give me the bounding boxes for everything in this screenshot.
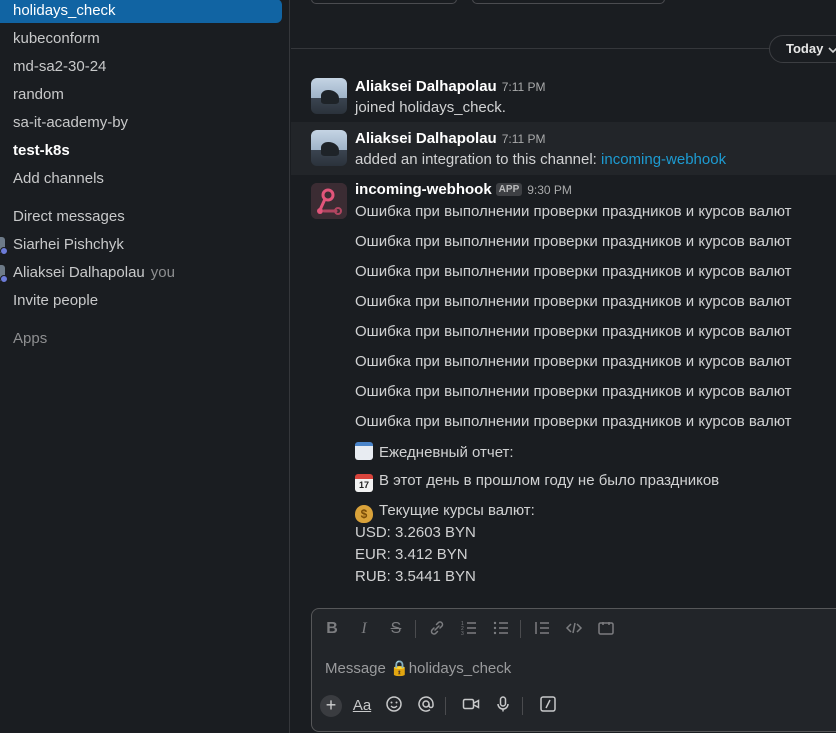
invite-people-label: Invite people	[13, 292, 99, 309]
date-divider-line	[291, 48, 836, 49]
presence-dot	[0, 247, 8, 255]
message-author[interactable]: Aliaksei Dalhapolau 7:11 PM	[355, 78, 546, 95]
emoji-icon[interactable]	[383, 695, 405, 717]
message-line: Ошибка при выполнении проверки празднико…	[355, 233, 792, 250]
money-bag-icon: $	[355, 505, 373, 523]
divider	[522, 697, 523, 715]
plus-icon[interactable]: +	[320, 695, 342, 717]
message-line: Ошибка при выполнении проверки празднико…	[355, 353, 792, 370]
microphone-icon[interactable]	[492, 695, 514, 717]
rate-line: RUB: 3.5441 BYN	[355, 568, 476, 585]
add-channels-label: Add channels	[13, 170, 104, 187]
divider	[520, 620, 521, 638]
link-icon[interactable]	[426, 619, 448, 639]
presence-dot	[0, 275, 8, 283]
message-input[interactable]: Message 🔒holidays_check	[325, 659, 511, 677]
webhook-icon	[311, 183, 347, 219]
message-line: Ошибка при выполнении проверки празднико…	[355, 293, 792, 310]
sidebar-item-label: md-sa2-30-24	[13, 58, 107, 75]
author-name[interactable]: Aliaksei Dalhapolau	[355, 130, 497, 147]
sidebar-item-dm-aliaksei[interactable]: Aliaksei Dalhapolau you	[0, 261, 282, 285]
message-pane: Today Aliaksei Dalhapolau 7:11 PM joined …	[291, 0, 836, 733]
rate-line: EUR: 3.412 BYN	[355, 546, 468, 563]
ordered-list-icon[interactable]: 123	[458, 619, 480, 639]
message-text: added an integration to this channel: in…	[355, 151, 726, 168]
video-icon[interactable]	[460, 695, 482, 717]
sidebar-item-label: test-k8s	[13, 142, 70, 159]
author-name[interactable]: incoming-webhook	[355, 181, 492, 198]
calendar-icon: 17	[355, 474, 373, 492]
app-badge: APP	[495, 183, 523, 196]
sidebar-item-label: sa-it-academy-by	[13, 114, 129, 131]
sidebar-item-label: random	[13, 86, 64, 103]
sidebar-item-md-sa2-30-24[interactable]: md-sa2-30-24	[0, 55, 282, 79]
message-timestamp[interactable]: 9:30 PM	[527, 183, 572, 197]
bulleted-list-icon[interactable]	[490, 619, 512, 639]
sidebar-item-random[interactable]: random	[0, 83, 282, 107]
mention-icon[interactable]	[415, 695, 437, 717]
message-line: Ошибка при выполнении проверки празднико…	[355, 203, 792, 220]
message-text-body: added an integration to this channel:	[355, 151, 602, 168]
slash-command-icon[interactable]	[537, 695, 559, 717]
direct-messages-header[interactable]: Direct messages	[0, 205, 282, 229]
sidebar-item-label: Aliaksei Dalhapolau	[13, 264, 145, 281]
message-line: $ Текущие курсы валют:	[355, 502, 535, 523]
strikethrough-icon[interactable]: S	[385, 619, 407, 639]
code-icon[interactable]	[563, 619, 585, 639]
message-line: Ошибка при выполнении проверки празднико…	[355, 263, 792, 280]
header-button[interactable]	[472, 0, 665, 4]
message-timestamp[interactable]: 7:11 PM	[502, 132, 546, 146]
sidebar-item-sa-it-academy-by[interactable]: sa-it-academy-by	[0, 111, 282, 135]
message-text: joined holidays_check.	[355, 99, 506, 116]
sidebar-item-kubeconform[interactable]: kubeconform	[0, 27, 282, 51]
author-name[interactable]: Aliaksei Dalhapolau	[355, 78, 497, 95]
message[interactable]: incoming-webhook APP 9:30 PM Ошибка при вы…	[291, 175, 836, 595]
italic-icon[interactable]: I	[353, 619, 375, 639]
sidebar: holidays_check kubeconform md-sa2-30-24 …	[0, 0, 290, 733]
message-line: 17 В этот день в прошлом году не было пра…	[355, 472, 719, 492]
apps-label: Apps	[13, 330, 48, 347]
message-line: Ежедневный отчет:	[355, 442, 514, 461]
holiday-text: В этот день в прошлом году не было празд…	[379, 472, 720, 489]
avatar[interactable]	[311, 78, 347, 114]
invite-people-button[interactable]: Invite people	[0, 289, 282, 313]
formatting-toggle-icon[interactable]: Aa	[351, 695, 373, 717]
blockquote-icon[interactable]	[531, 619, 553, 639]
date-divider-label: Today	[786, 41, 824, 56]
divider	[445, 697, 446, 715]
report-text: Ежедневный отчет:	[379, 444, 514, 461]
direct-messages-label: Direct messages	[13, 208, 125, 225]
spiral-calendar-icon	[355, 442, 373, 460]
divider	[415, 620, 416, 638]
message-timestamp[interactable]: 7:11 PM	[502, 80, 546, 94]
sidebar-item-label: holidays_check	[13, 2, 116, 19]
integration-link[interactable]: incoming-webhook	[601, 151, 726, 168]
chevron-down-icon	[828, 37, 836, 74]
header-button[interactable]	[311, 0, 457, 4]
sidebar-item-holidays-check[interactable]: holidays_check	[0, 0, 282, 23]
rate-line: USD: 3.2603 BYN	[355, 524, 476, 541]
apps-header[interactable]: Apps	[0, 327, 282, 351]
message-line: Ошибка при выполнении проверки празднико…	[355, 383, 792, 400]
bold-icon[interactable]: B	[321, 619, 343, 639]
message-author[interactable]: incoming-webhook APP 9:30 PM	[355, 181, 572, 198]
message-line: Ошибка при выполнении проверки празднико…	[355, 323, 792, 340]
svg-text:3: 3	[461, 631, 464, 637]
message-composer[interactable]: B I S 123 Message 🔒holidays_check + Aa	[311, 608, 836, 732]
sidebar-item-label: Siarhei Pishchyk	[13, 236, 124, 253]
webhook-avatar[interactable]	[311, 183, 347, 219]
rates-header: Текущие курсы валют:	[379, 502, 535, 519]
message-author[interactable]: Aliaksei Dalhapolau 7:11 PM	[355, 130, 546, 147]
sidebar-item-test-k8s[interactable]: test-k8s	[0, 139, 282, 163]
sidebar-item-label: kubeconform	[13, 30, 100, 47]
sidebar-item-dm-siarhei[interactable]: Siarhei Pishchyk	[0, 233, 282, 257]
message-line: Ошибка при выполнении проверки празднико…	[355, 413, 792, 430]
you-suffix: you	[150, 264, 175, 281]
message[interactable]: Aliaksei Dalhapolau 7:11 PM added an inte…	[291, 122, 836, 175]
date-divider-button[interactable]: Today	[769, 35, 836, 63]
add-channels-button[interactable]: Add channels	[0, 167, 282, 191]
avatar[interactable]	[311, 130, 347, 166]
message[interactable]: Aliaksei Dalhapolau 7:11 PM joined holida…	[291, 72, 836, 122]
code-block-icon[interactable]	[595, 619, 617, 639]
